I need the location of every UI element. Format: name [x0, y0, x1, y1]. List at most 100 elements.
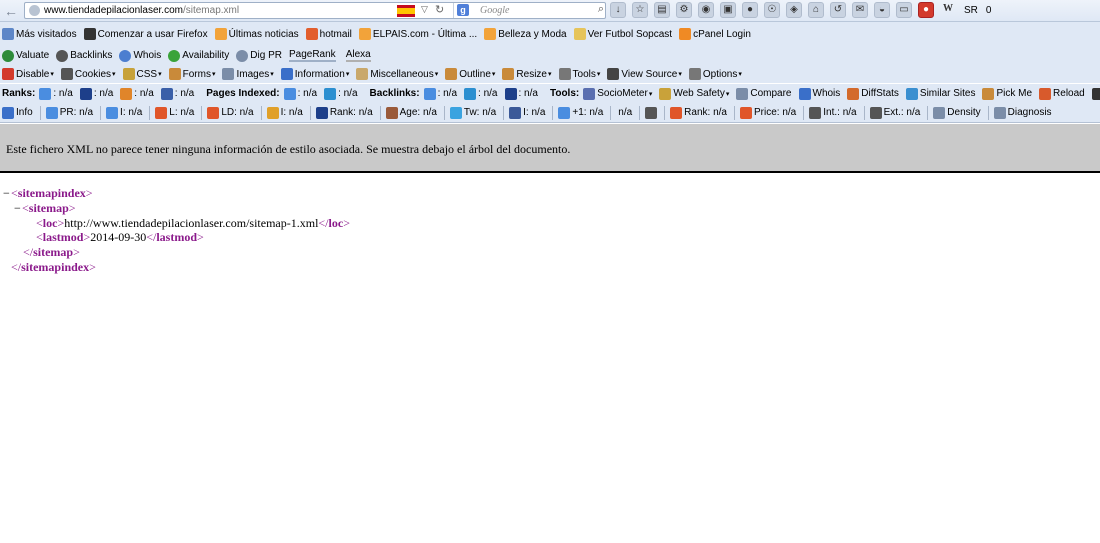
backlinks-n-a[interactable]: : n/a	[464, 87, 498, 100]
bookmark-cpanel-login[interactable]: cPanel Login	[679, 28, 751, 40]
seo-tool-backlinks[interactable]: Backlinks	[56, 49, 112, 62]
seoquake-rank-n-a[interactable]: Rank: n/a	[670, 106, 727, 119]
seoquake-toolbar: Info PR: n/a I: n/a L: n/a LD: n/a I: n/a Rank…	[0, 103, 1100, 123]
backlinks-n-a[interactable]: : n/a	[504, 87, 538, 100]
bookmark-ver-futbol-sopcast[interactable]: Ver Futbol Sopcast	[573, 28, 672, 40]
webdev-tools[interactable]: Tools ▾	[558, 68, 600, 80]
webdev-images[interactable]: Images ▾	[222, 68, 274, 80]
screenshot-icon[interactable]: ▣	[720, 2, 736, 18]
pages-indexed-n-a[interactable]: : n/a	[283, 87, 317, 100]
webdev-options[interactable]: Options ▾	[688, 68, 742, 80]
sync-icon[interactable]: ↺	[830, 2, 846, 18]
back-arrow-icon[interactable]: ←	[4, 3, 20, 19]
webdev-view-source[interactable]: View Source ▾	[607, 68, 682, 80]
xml-lastmod-line: <lastmod>2014-09-30</lastmod>	[36, 230, 204, 245]
toolbar-divider	[201, 105, 203, 120]
tool-diffstats[interactable]: DiffStats	[847, 87, 899, 100]
seoquake-i-n-a[interactable]: I: n/a	[266, 106, 303, 119]
seoquake-i-n-a[interactable]: I: n/a	[509, 106, 545, 119]
adblock-icon[interactable]: ●	[918, 2, 934, 18]
seoquake-rank-n-a[interactable]: Rank: n/a	[315, 106, 373, 119]
webdev-miscellaneous[interactable]: Miscellaneous ▾	[356, 68, 438, 80]
wikipedia-icon[interactable]: W	[940, 2, 956, 18]
tool-pick-me[interactable]: Pick Me	[982, 87, 1032, 100]
bookmark-belleza-y-moda[interactable]: Belleza y Moda	[484, 28, 567, 40]
media-icon[interactable]: ◉	[698, 2, 714, 18]
star-icon[interactable]: ☆	[632, 2, 648, 18]
chevron-down-icon: ▾	[112, 71, 116, 78]
seoquake-diagnosis[interactable]: Diagnosis	[993, 106, 1052, 119]
rank-n-a[interactable]: : n/a	[79, 87, 113, 100]
webdev-disable[interactable]: Disable ▾	[2, 68, 54, 80]
user-label[interactable]: SR	[964, 5, 978, 16]
ufo-icon[interactable]: ◒	[874, 2, 890, 18]
seoquake-n-a[interactable]: n/a	[616, 107, 632, 118]
search-box[interactable]: g Google ⌕	[453, 3, 606, 18]
rank-n-a[interactable]: : n/a	[160, 87, 194, 100]
webdev-css[interactable]: CSS ▾	[122, 68, 162, 80]
webdev-cookies[interactable]: Cookies ▾	[60, 68, 116, 80]
tool-whois[interactable]: Whois	[798, 87, 840, 100]
tool-more[interactable]: More	[1091, 87, 1100, 100]
bookmark-ltimas-noticias[interactable]: Últimas noticias	[214, 28, 299, 40]
seoquake-1-n-a[interactable]: +1: n/a	[558, 106, 603, 119]
seoquake-pr-n-a[interactable]: PR: n/a	[45, 106, 93, 119]
xml-tag-name: sitemapindex	[17, 186, 86, 200]
chat-icon[interactable]: ●	[742, 2, 758, 18]
collapse-toggle[interactable]: −	[3, 186, 11, 201]
rank-n-a[interactable]: : n/a	[39, 87, 73, 100]
shield-icon[interactable]: ◈	[786, 2, 802, 18]
tool-sociometer[interactable]: SocioMeter ▾	[583, 87, 652, 100]
seoquake-int-n-a[interactable]: Int.: n/a	[809, 106, 857, 119]
bookmark-comenzar-a-usar-firefox[interactable]: Comenzar a usar Firefox	[83, 28, 208, 40]
seo-tool-availability[interactable]: Availability	[168, 49, 229, 62]
seoquake-grid-icon[interactable]	[645, 106, 658, 119]
tool-reload[interactable]: Reload	[1039, 87, 1085, 100]
webdev-forms[interactable]: Forms ▾	[168, 68, 215, 80]
url-bar[interactable]: www.tiendadepilacionlaser.com/sitemap.xm…	[24, 2, 606, 19]
webdev-information[interactable]: Information ▾	[280, 68, 349, 80]
bookmark-elpais-com-ltima[interactable]: ELPAIS.com - Última ...	[358, 28, 477, 40]
gear-icon[interactable]: ⚙	[676, 2, 692, 18]
seo-tool-whois[interactable]: Whois	[119, 49, 161, 62]
seoquake-i-n-a[interactable]: I: n/a	[106, 106, 142, 119]
bulb-icon[interactable]: ☉	[764, 2, 780, 18]
webdev-resize[interactable]: Resize ▾	[502, 68, 552, 80]
mail-icon[interactable]: ✉	[852, 2, 868, 18]
webdev-outline[interactable]: Outline ▾	[445, 68, 495, 80]
tool-similar-sites[interactable]: Similar Sites	[905, 87, 975, 100]
clipboard-icon[interactable]: ▤	[654, 2, 670, 18]
pages-indexed-n-a[interactable]: : n/a	[324, 87, 358, 100]
seoquake-ext-n-a[interactable]: Ext.: n/a	[869, 106, 920, 119]
seoquake-density[interactable]: Density	[933, 106, 981, 119]
toolbar-divider	[100, 105, 102, 120]
alexa-meter[interactable]: Alexa	[345, 49, 371, 62]
tool-web-safety[interactable]: Web Safety ▾	[659, 87, 729, 100]
seoquake-l-n-a[interactable]: L: n/a	[155, 106, 194, 119]
bookmark-hotmail[interactable]: hotmail	[305, 28, 352, 40]
reload-icon[interactable]: ↻	[435, 3, 444, 16]
collapse-toggle[interactable]: −	[14, 201, 22, 216]
bookmark-m-s-visitados[interactable]: Más visitados	[2, 28, 77, 40]
seoquake-age-n-a[interactable]: Age: n/a	[385, 106, 437, 119]
seo-tool-dig-pr[interactable]: Dig PR	[236, 49, 282, 62]
chevron-down-icon[interactable]: ▽	[421, 4, 428, 15]
google-icon[interactable]: g	[457, 4, 469, 16]
seoquake-info[interactable]: Info	[2, 106, 33, 119]
home-icon[interactable]: ⌂	[808, 2, 824, 18]
seo-tool-valuate[interactable]: Valuate	[2, 49, 49, 62]
search-icon[interactable]: ⌕	[598, 3, 604, 16]
rank-n-a[interactable]: : n/a	[120, 87, 154, 100]
download-icon[interactable]: ↓	[610, 2, 626, 18]
tool-compare[interactable]: Compare	[736, 87, 792, 100]
quantcast-icon	[160, 87, 173, 100]
pagerank-meter[interactable]: PageRank	[288, 49, 336, 62]
seoquake-ld-n-a[interactable]: LD: n/a	[207, 106, 254, 119]
backlinks-n-a[interactable]: : n/a	[423, 87, 457, 100]
item-label: Forms	[182, 68, 211, 80]
window-icon[interactable]: ▭	[896, 2, 912, 18]
spain-flag-icon[interactable]	[397, 5, 415, 17]
seoquake-tw-n-a[interactable]: Tw: n/a	[449, 106, 496, 119]
seoquake-price-n-a[interactable]: Price: n/a	[739, 106, 796, 119]
globe-icon	[119, 49, 132, 62]
